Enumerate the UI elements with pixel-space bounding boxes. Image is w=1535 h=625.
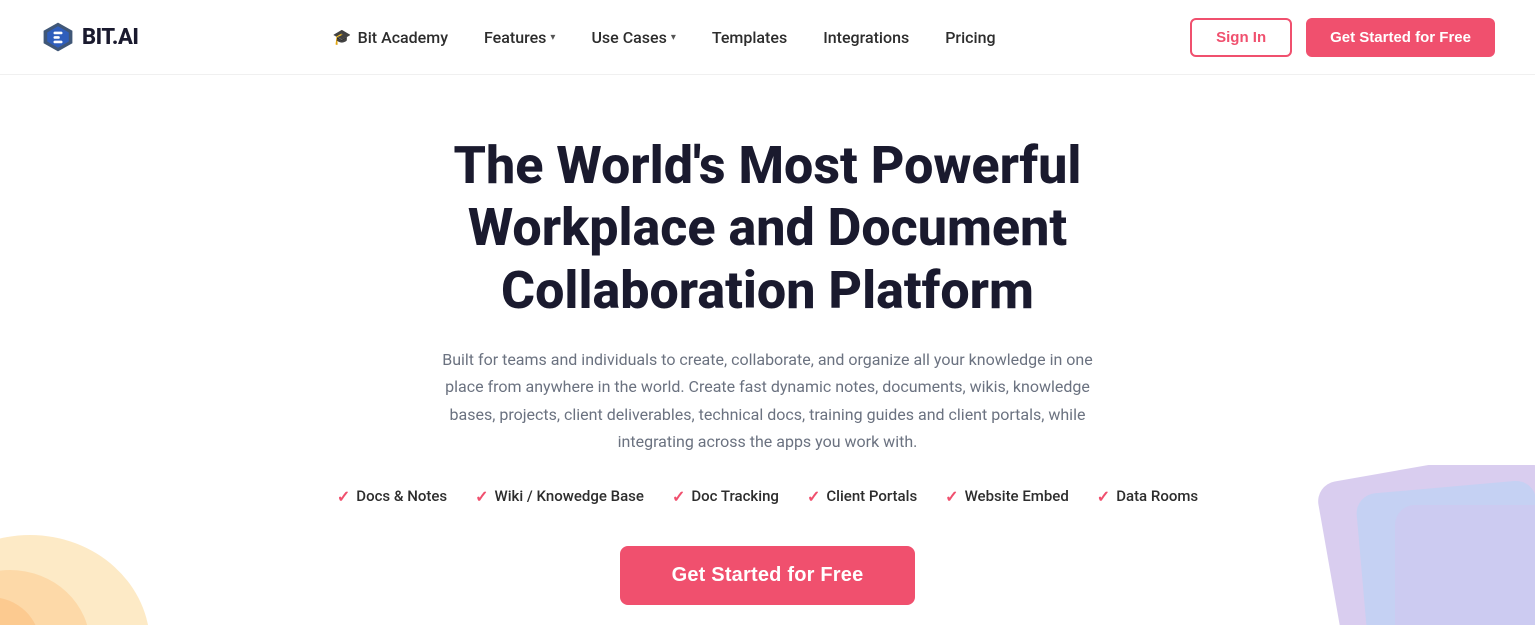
check-icon-portals: ✓ — [807, 487, 820, 506]
nav-use-cases[interactable]: Use Cases ▾ — [591, 28, 675, 47]
check-icon-docs: ✓ — [337, 487, 350, 506]
nav-academy[interactable]: 🎓 Bit Academy — [333, 28, 448, 47]
nav-integrations[interactable]: Integrations — [823, 28, 909, 47]
get-started-nav-button[interactable]: Get Started for Free — [1306, 18, 1495, 57]
check-icon-datarooms: ✓ — [1097, 487, 1110, 506]
feature-wiki: ✓ Wiki / Knowedge Base — [475, 487, 644, 506]
logo-text: BIT.AI — [82, 25, 138, 50]
hero-subtitle: Built for teams and individuals to creat… — [428, 346, 1108, 455]
signin-button[interactable]: Sign In — [1190, 18, 1292, 57]
hero-section: The World's Most Powerful Workplace and … — [0, 75, 1535, 625]
nav-templates[interactable]: Templates — [712, 28, 787, 47]
check-icon-embed: ✓ — [945, 487, 958, 506]
feature-website-embed: ✓ Website Embed — [945, 487, 1069, 506]
nav-right: Sign In Get Started for Free — [1190, 18, 1495, 57]
feature-client-portals: ✓ Client Portals — [807, 487, 917, 506]
features-row: ✓ Docs & Notes ✓ Wiki / Knowedge Base ✓ … — [337, 487, 1198, 506]
check-icon-tracking: ✓ — [672, 487, 685, 506]
features-chevron-icon: ▾ — [550, 32, 555, 43]
use-cases-chevron-icon: ▾ — [671, 32, 676, 43]
academy-icon: 🎓 — [333, 28, 352, 46]
get-started-hero-button[interactable]: Get Started for Free — [620, 546, 916, 605]
check-icon-wiki: ✓ — [475, 487, 488, 506]
logo-icon — [40, 19, 76, 55]
feature-doc-tracking: ✓ Doc Tracking — [672, 487, 779, 506]
deco-right — [1275, 465, 1535, 625]
deco-left — [0, 465, 200, 625]
nav-center: 🎓 Bit Academy Features ▾ Use Cases ▾ Tem… — [333, 28, 996, 47]
navbar: BIT.AI 🎓 Bit Academy Features ▾ Use Case… — [0, 0, 1535, 75]
hero-title: The World's Most Powerful Workplace and … — [343, 135, 1193, 322]
feature-docs-notes: ✓ Docs & Notes — [337, 487, 447, 506]
logo[interactable]: BIT.AI — [40, 19, 138, 55]
nav-pricing[interactable]: Pricing — [945, 28, 995, 47]
feature-data-rooms: ✓ Data Rooms — [1097, 487, 1198, 506]
nav-features[interactable]: Features ▾ — [484, 28, 555, 47]
